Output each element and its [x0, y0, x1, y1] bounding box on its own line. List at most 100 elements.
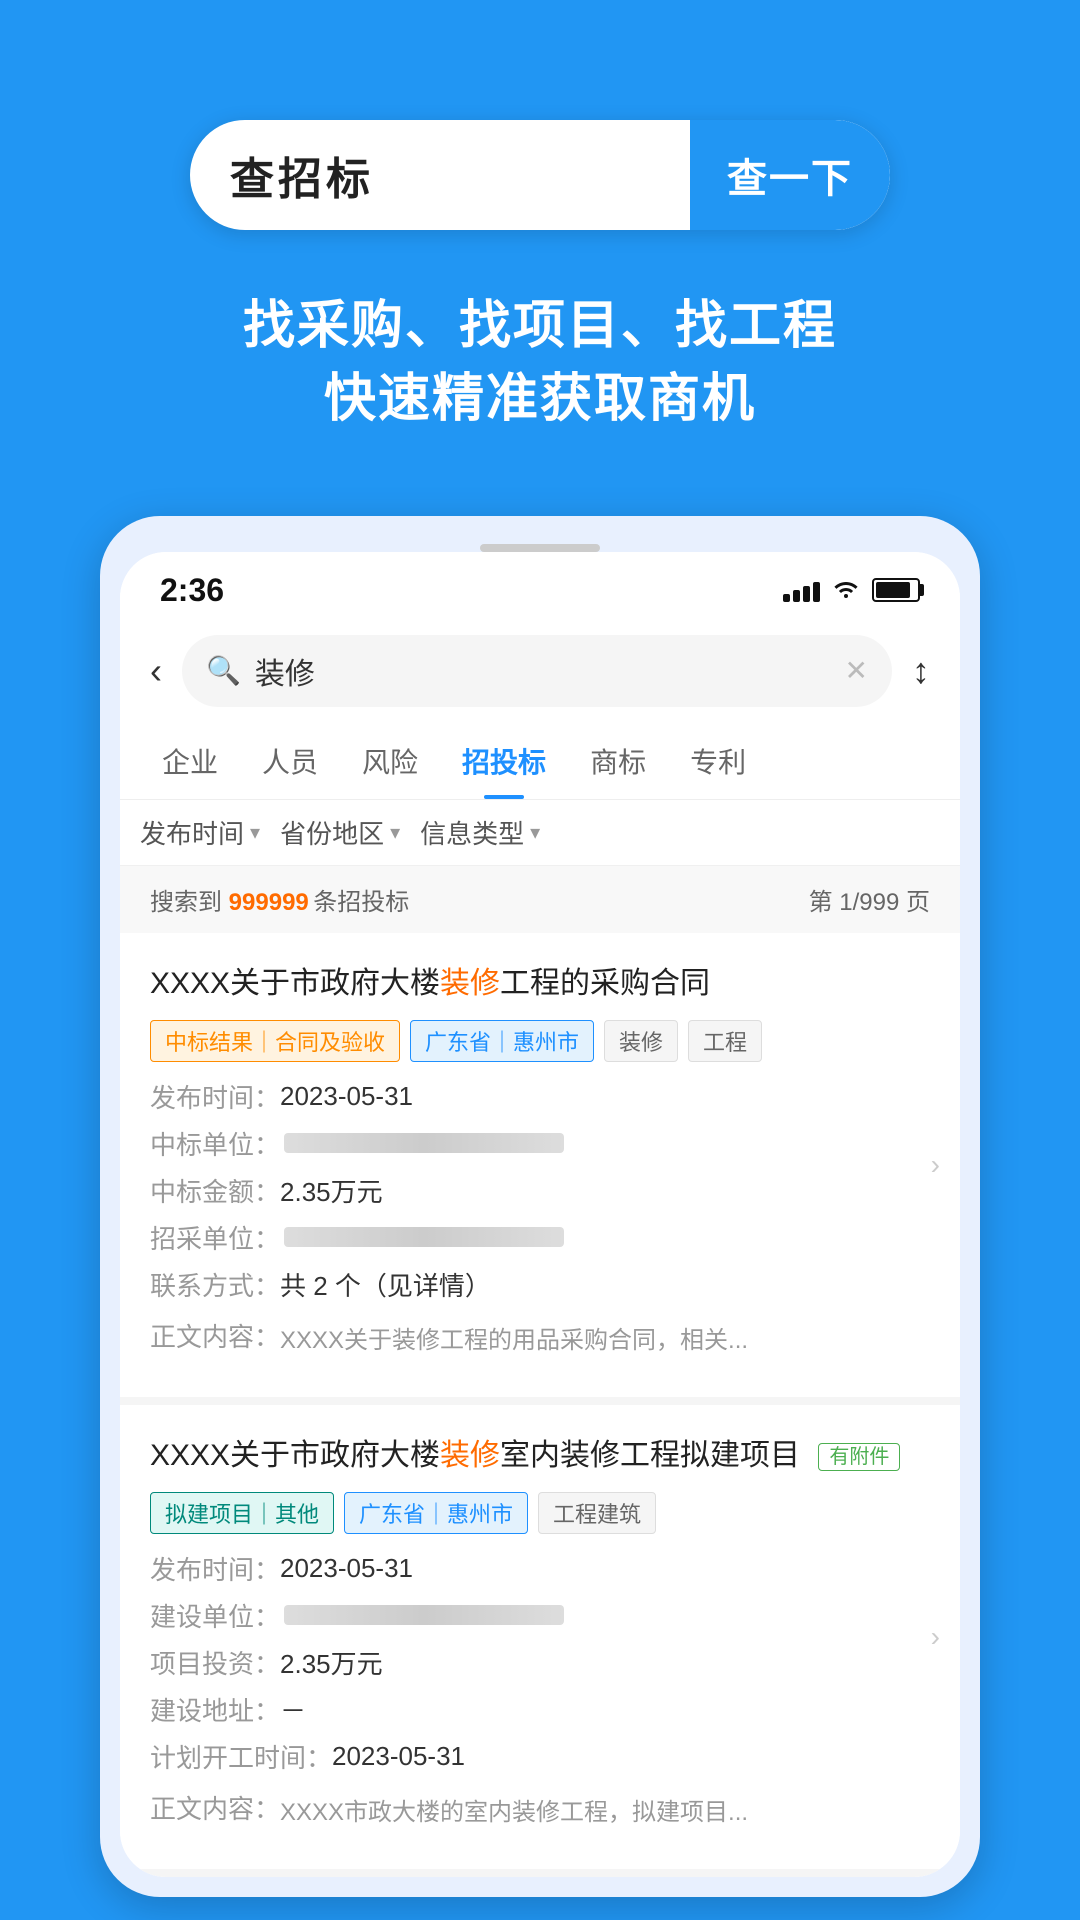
- signal-icon: [783, 578, 820, 602]
- signal-bar-3: [803, 586, 810, 602]
- card-1-title-highlight: 装修: [440, 967, 500, 1000]
- card-1-value-3-blurred: [284, 1227, 564, 1247]
- card-2-value-5: XXXX市政大楼的室内装修工程，拟建项目...: [280, 1795, 748, 1831]
- filter-region-arrow: ▾: [390, 820, 400, 845]
- card-2-value-3: －: [280, 1691, 306, 1728]
- tagline-line1: 找采购、找项目、找工程: [243, 290, 837, 363]
- card-2-value-2: 2.35万元: [280, 1644, 383, 1681]
- card-1-title-pre: XXXX关于市政府大楼: [150, 967, 440, 1000]
- card-1-field-5: 正文内容： XXXX关于装修工程的用品采购合同，相关...: [150, 1313, 930, 1359]
- card-1-value-1-blurred: [284, 1133, 564, 1153]
- clear-icon[interactable]: ✕: [845, 654, 868, 687]
- card-1-label-2: 中标金额：: [150, 1172, 280, 1209]
- card-2-label-2: 项目投资：: [150, 1644, 280, 1681]
- card-2-title: XXXX关于市政府大楼装修室内装修工程拟建项目 有附件: [150, 1433, 930, 1478]
- card-2-tag-2: 工程建筑: [538, 1492, 656, 1534]
- results-prefix: 搜索到: [150, 889, 229, 916]
- card-2-field-2: 项目投资： 2.35万元: [150, 1644, 930, 1681]
- card-1-field-4: 联系方式： 共 2 个（见详情）: [150, 1266, 930, 1303]
- tab-bidding[interactable]: 招投标: [440, 723, 568, 799]
- search-value: 装修: [255, 649, 831, 693]
- status-time: 2:36: [160, 572, 224, 609]
- battery-fill: [876, 582, 910, 598]
- card-2-field-1: 建设单位：: [150, 1597, 930, 1634]
- card-1-field-1: 中标单位：: [150, 1125, 930, 1162]
- status-icons: [783, 575, 920, 606]
- header-area: 查招标 查一下 找采购、找项目、找工程 快速精准获取商机: [0, 0, 1080, 436]
- card-1-label-0: 发布时间：: [150, 1078, 280, 1115]
- results-number: 999999: [229, 889, 309, 916]
- card-2-title-post: 室内装修工程拟建项目: [500, 1439, 800, 1472]
- tab-risk[interactable]: 风险: [340, 723, 440, 799]
- result-card-2[interactable]: XXXX关于市政府大楼装修室内装修工程拟建项目 有附件 拟建项目｜其他 广东省｜…: [120, 1405, 960, 1877]
- result-card-1[interactable]: XXXX关于市政府大楼装修工程的采购合同 中标结果｜合同及验收 广东省｜惠州市 …: [120, 933, 960, 1405]
- tagline: 找采购、找项目、找工程 快速精准获取商机: [243, 290, 837, 436]
- phone-inner: 2:36: [120, 552, 960, 1877]
- app-search-bar[interactable]: 🔍 装修 ✕: [182, 635, 892, 707]
- results-suffix: 条招投标: [313, 889, 409, 916]
- filter-icon[interactable]: ↕: [912, 650, 930, 692]
- card-2-tag-0: 拟建项目｜其他: [150, 1492, 334, 1534]
- results-count-text: 搜索到 999999 条招投标: [150, 882, 409, 917]
- card-2-arrow: ›: [931, 1621, 940, 1653]
- battery-icon: [872, 578, 920, 602]
- card-2-tags: 拟建项目｜其他 广东省｜惠州市 工程建筑: [150, 1492, 930, 1534]
- tagline-line2: 快速精准获取商机: [243, 363, 837, 436]
- signal-bar-4: [813, 582, 820, 602]
- tab-enterprise[interactable]: 企业: [140, 723, 240, 799]
- card-1-label-1: 中标单位：: [150, 1125, 280, 1162]
- card-1-tag-2: 装修: [604, 1020, 678, 1062]
- card-1-label-3: 招采单位：: [150, 1219, 280, 1256]
- wifi-icon: [832, 575, 860, 606]
- card-1-tag-1: 广东省｜惠州市: [410, 1020, 594, 1062]
- filter-bar: 发布时间 ▾ 省份地区 ▾ 信息类型 ▾: [120, 800, 960, 866]
- tab-patent[interactable]: 专利: [668, 723, 768, 799]
- card-2-title-highlight: 装修: [440, 1439, 500, 1472]
- filter-time-arrow: ▾: [250, 820, 260, 845]
- search-input-label: 查招标: [230, 143, 374, 207]
- phone-mockup: 2:36: [100, 516, 980, 1897]
- card-1-field-3: 招采单位：: [150, 1219, 930, 1256]
- card-1-tag-0: 中标结果｜合同及验收: [150, 1020, 400, 1062]
- card-1-label-5: 正文内容：: [150, 1317, 280, 1354]
- filter-region[interactable]: 省份地区 ▾: [280, 814, 400, 851]
- status-bar: 2:36: [120, 552, 960, 619]
- card-2-field-4: 计划开工时间： 2023-05-31: [150, 1738, 930, 1775]
- filter-type-arrow: ▾: [530, 820, 540, 845]
- card-2-field-0: 发布时间： 2023-05-31: [150, 1550, 930, 1587]
- card-2-attachment-badge: 有附件: [818, 1443, 900, 1471]
- card-2-value-0: 2023-05-31: [280, 1553, 413, 1584]
- card-1-value-0: 2023-05-31: [280, 1081, 413, 1112]
- card-1-field-2: 中标金额： 2.35万元: [150, 1172, 930, 1209]
- search-bar: 查招标 查一下: [190, 120, 890, 230]
- card-2-label-3: 建设地址：: [150, 1691, 280, 1728]
- card-2-value-4: 2023-05-31: [332, 1741, 465, 1772]
- tab-trademark[interactable]: 商标: [568, 723, 668, 799]
- card-1-value-4: 共 2 个（见详情）: [280, 1266, 491, 1303]
- card-2-field-3: 建设地址： －: [150, 1691, 930, 1728]
- card-2-label-1: 建设单位：: [150, 1597, 280, 1634]
- card-2-label-5: 正文内容：: [150, 1789, 280, 1826]
- card-1-title-post: 工程的采购合同: [500, 967, 710, 1000]
- card-1-title: XXXX关于市政府大楼装修工程的采购合同: [150, 961, 930, 1006]
- card-2-title-pre: XXXX关于市政府大楼: [150, 1439, 440, 1472]
- card-1-label-4: 联系方式：: [150, 1266, 280, 1303]
- search-icon: 🔍: [206, 654, 241, 687]
- tabs-bar: 企业 人员 风险 招投标 商标 专利: [120, 723, 960, 800]
- phone-notch: [480, 544, 600, 552]
- phone-container: 2:36: [0, 516, 1080, 1897]
- filter-type[interactable]: 信息类型 ▾: [420, 814, 540, 851]
- back-button[interactable]: ‹: [150, 650, 162, 692]
- card-1-value-5: XXXX关于装修工程的用品采购合同，相关...: [280, 1323, 748, 1359]
- signal-bar-1: [783, 594, 790, 602]
- signal-bar-2: [793, 590, 800, 602]
- results-bar: 搜索到 999999 条招投标 第 1/999 页: [120, 866, 960, 933]
- filter-time[interactable]: 发布时间 ▾: [140, 814, 260, 851]
- app-header: ‹ 🔍 装修 ✕ ↕: [120, 619, 960, 723]
- card-1-value-2: 2.35万元: [280, 1172, 383, 1209]
- page-info: 第 1/999 页: [809, 882, 930, 917]
- card-1-arrow: ›: [931, 1149, 940, 1181]
- search-button[interactable]: 查一下: [690, 120, 890, 230]
- card-2-label-0: 发布时间：: [150, 1550, 280, 1587]
- tab-personnel[interactable]: 人员: [240, 723, 340, 799]
